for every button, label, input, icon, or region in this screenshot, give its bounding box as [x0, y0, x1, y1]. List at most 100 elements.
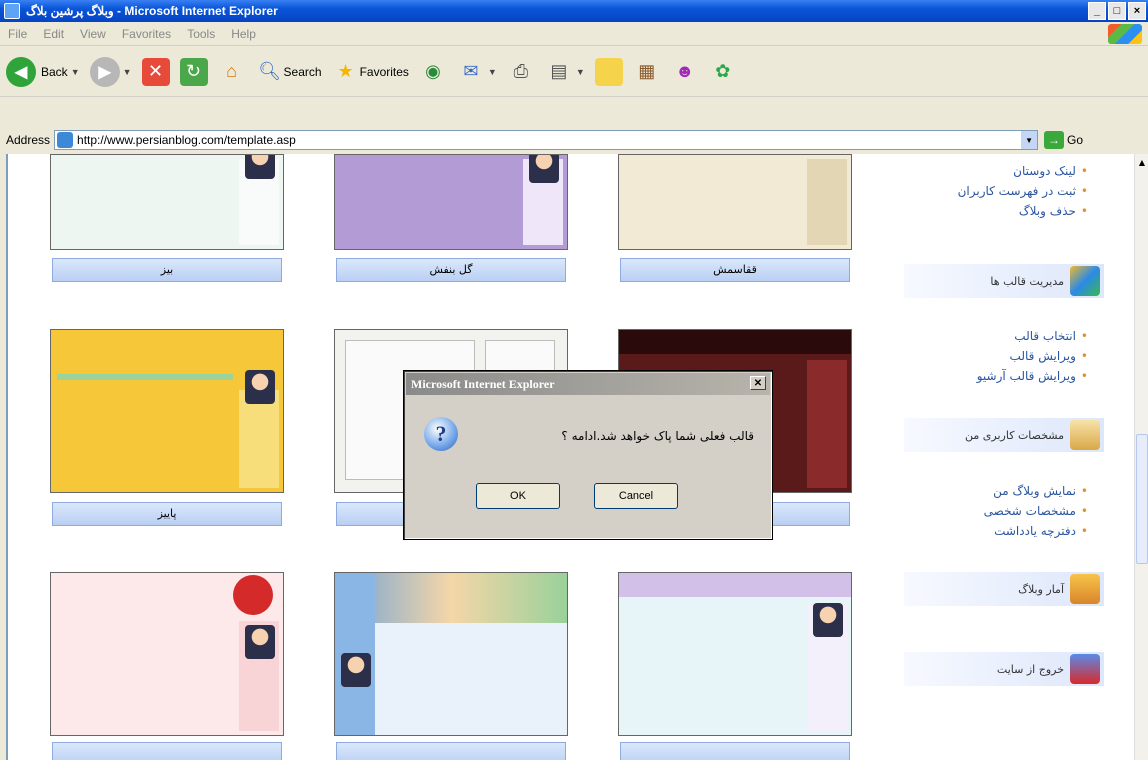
nav-section-exit[interactable]: خروج از سایت	[904, 652, 1104, 686]
nav-link-personal-info[interactable]: مشخصات شخصی	[868, 504, 1088, 518]
nav-link-notebook[interactable]: دفترچه یادداشت	[868, 524, 1088, 538]
template-thumb[interactable]	[334, 572, 568, 736]
home-button[interactable]: ⌂	[218, 58, 246, 86]
nav-section-title: خروج از سایت	[996, 662, 1064, 676]
address-label: Address	[6, 133, 51, 147]
avatar	[529, 155, 559, 183]
template-label[interactable]	[620, 742, 850, 760]
edit-button[interactable]: ▤ ▼	[545, 58, 585, 86]
template-thumb[interactable]	[50, 329, 284, 493]
print-button[interactable]: ⎙	[507, 58, 535, 86]
go-button[interactable]: → Go	[1044, 131, 1083, 149]
preview-sidebar	[807, 360, 847, 488]
question-icon: ?	[424, 417, 458, 451]
forward-button[interactable]: ▶ ▼	[89, 56, 132, 87]
mail-icon: ✉	[463, 61, 479, 81]
minimize-button[interactable]: _	[1088, 2, 1106, 20]
address-field[interactable]: ▼	[54, 130, 1039, 150]
print-icon: ⎙	[513, 61, 529, 81]
nav-section-title: آمار وبلاگ	[1018, 582, 1064, 596]
template-label[interactable]: پاییز	[52, 502, 282, 526]
media-button[interactable]: ◉	[419, 58, 447, 86]
maximize-button[interactable]: □	[1108, 2, 1126, 20]
chevron-down-icon: ▼	[487, 66, 497, 77]
nav-link-friends[interactable]: لینک دوستان	[868, 164, 1088, 178]
stop-icon: ✕	[141, 57, 170, 86]
dialog-title: Microsoft Internet Explorer	[411, 376, 555, 391]
search-label: Search	[283, 64, 322, 79]
menu-view[interactable]: View	[72, 27, 114, 41]
ie-icon	[4, 3, 20, 19]
menu-edit[interactable]: Edit	[35, 27, 72, 41]
search-icon: 🔍︎	[258, 61, 281, 81]
menu-file[interactable]: File	[0, 27, 35, 41]
template-thumb[interactable]	[334, 154, 568, 250]
back-arrow-icon: ◀	[6, 56, 36, 87]
messenger-button[interactable]: ☻	[671, 58, 699, 86]
address-bar: Address ▼ → Go	[0, 127, 1148, 153]
windows-logo-icon	[1108, 24, 1142, 44]
notebook-icon	[1070, 420, 1100, 450]
confirm-dialog: Microsoft Internet Explorer ✕ ? قالب فعل…	[403, 370, 773, 540]
stop-button[interactable]: ✕	[141, 57, 170, 86]
folder-button[interactable]	[594, 57, 623, 86]
research-icon: ▦	[638, 61, 656, 81]
msn-button[interactable]: ✿	[709, 58, 737, 86]
preview-sidebar	[807, 159, 847, 245]
vertical-scrollbar[interactable]: ▲	[1134, 154, 1148, 760]
nav-section-title: مشخصات کاربری من	[965, 428, 1064, 442]
messenger-icon: ☻	[675, 61, 695, 81]
key-icon	[1070, 654, 1100, 684]
refresh-button[interactable]: ↻	[179, 57, 208, 86]
close-button[interactable]: ×	[1128, 2, 1146, 20]
edit-icon: ▤	[550, 61, 568, 81]
nav-link-delete-blog[interactable]: حذف وبلاگ	[868, 204, 1088, 218]
preview-bar	[57, 374, 233, 380]
template-thumb[interactable]	[50, 154, 284, 250]
research-button[interactable]: ▦	[633, 58, 661, 86]
menu-bar: File Edit View Favorites Tools Help	[0, 22, 1148, 46]
address-dropdown-icon[interactable]: ▼	[1021, 131, 1038, 149]
back-button[interactable]: ◀ Back ▼	[6, 56, 80, 87]
title-bar[interactable]: وبلاگ پرشین بلاگ - Microsoft Internet Ex…	[0, 0, 1148, 22]
template-thumb[interactable]	[50, 572, 284, 736]
media-icon: ◉	[425, 61, 441, 81]
avatar	[245, 370, 275, 404]
mail-button[interactable]: ✉ ▼	[457, 58, 497, 86]
preview-header	[619, 330, 851, 354]
window-controls: _ □ ×	[1088, 2, 1146, 20]
nav-section-stats[interactable]: آمار وبلاگ	[904, 572, 1104, 606]
template-thumb[interactable]	[618, 572, 852, 736]
nav-link-select-template[interactable]: انتخاب قالب	[868, 329, 1088, 343]
nav-link-edit-archive-template[interactable]: ویرایش قالب آرشیو	[868, 369, 1088, 383]
scroll-up-icon[interactable]: ▲	[1135, 154, 1148, 170]
favorites-button[interactable]: ★ Favorites	[332, 58, 409, 86]
ok-button[interactable]: OK	[476, 483, 560, 509]
template-thumb[interactable]	[618, 154, 852, 250]
menu-tools[interactable]: Tools	[179, 27, 223, 41]
template-label[interactable]: گل بنفش	[336, 258, 566, 282]
template-label[interactable]	[52, 742, 282, 760]
address-input[interactable]	[77, 133, 978, 147]
home-icon: ⌂	[226, 61, 237, 81]
template-label[interactable]: ققاسمش	[620, 258, 850, 282]
nav-link-edit-template[interactable]: ویرایش قالب	[868, 349, 1088, 363]
menu-help[interactable]: Help	[223, 27, 264, 41]
folder-icon	[594, 57, 623, 86]
nav-link-show-blog[interactable]: نمایش وبلاگ من	[868, 484, 1088, 498]
chevron-down-icon: ▼	[575, 66, 585, 77]
avatar	[245, 155, 275, 179]
template-label[interactable]	[336, 742, 566, 760]
go-label: Go	[1067, 133, 1084, 147]
search-button[interactable]: 🔍︎ Search	[256, 58, 322, 86]
template-label[interactable]: بیز	[52, 258, 282, 282]
menu-favorites[interactable]: Favorites	[114, 27, 179, 41]
cancel-button[interactable]: Cancel	[594, 483, 678, 509]
nav-section-templates: مدیریت قالب ها	[904, 264, 1104, 298]
dialog-close-button[interactable]: ✕	[750, 376, 766, 390]
scrollbar-thumb[interactable]	[1136, 434, 1148, 564]
dialog-title-bar[interactable]: Microsoft Internet Explorer ✕	[406, 373, 770, 395]
favorites-label: Favorites	[359, 64, 409, 79]
standard-toolbar: ◀ Back ▼ ▶ ▼ ✕ ↻ ⌂ 🔍︎ Search ★ Favorites…	[0, 47, 1148, 97]
nav-link-register-directory[interactable]: ثبت در فهرست کاربران	[868, 184, 1088, 198]
